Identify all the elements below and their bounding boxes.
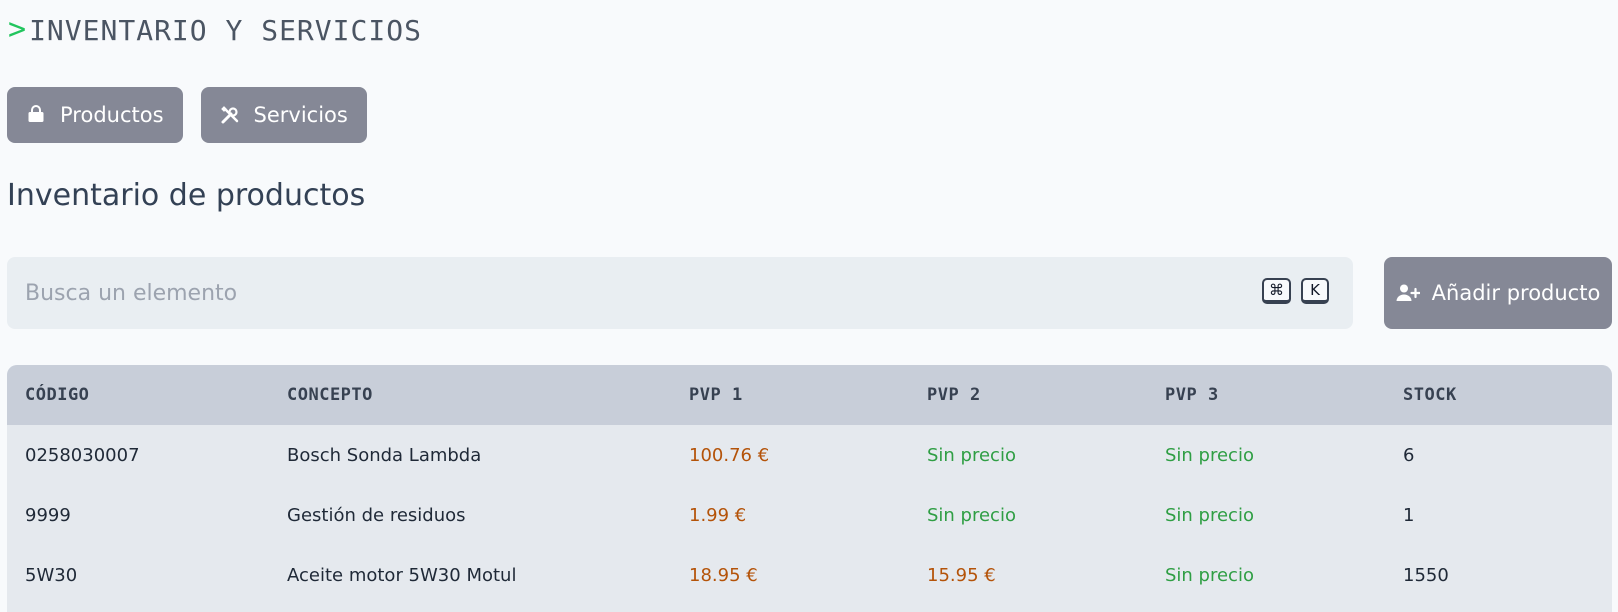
cell-stock: 1 xyxy=(1403,504,1415,526)
search-box: ⌘ K xyxy=(7,256,1353,330)
search-input[interactable] xyxy=(7,256,1207,330)
cell-pvp2: Sin precio xyxy=(927,444,1016,466)
table-header-row: CÓDIGO CONCEPTO PVP 1 PVP 2 PVP 3 STOCK xyxy=(7,365,1612,425)
tab-productos[interactable]: Productos xyxy=(7,87,183,143)
table-row[interactable]: 0258030007 Bosch Sonda Lambda 100.76 € S… xyxy=(7,425,1612,485)
user-plus-icon xyxy=(1396,283,1420,303)
table-row[interactable]: 9999 Gestión de residuos 1.99 € Sin prec… xyxy=(7,485,1612,545)
inventory-table: CÓDIGO CONCEPTO PVP 1 PVP 2 PVP 3 STOCK … xyxy=(7,365,1612,612)
cell-pvp2: Sin precio xyxy=(927,504,1016,526)
cell-codigo: 9999 xyxy=(25,504,71,526)
cell-concepto: Bosch Sonda Lambda xyxy=(287,444,482,466)
cell-codigo: 5W30 xyxy=(25,564,78,586)
column-header-pvp3[interactable]: PVP 3 xyxy=(1147,365,1385,425)
page-header: > INVENTARIO Y SERVICIOS xyxy=(8,10,422,50)
cell-concepto: Gestión de residuos xyxy=(287,504,466,526)
column-header-pvp2[interactable]: PVP 2 xyxy=(909,365,1147,425)
tools-icon xyxy=(220,105,240,125)
cell-pvp1: 18.95 € xyxy=(689,564,758,586)
add-product-label: Añadir producto xyxy=(1431,281,1601,305)
section-title: Inventario de productos xyxy=(7,178,366,213)
cell-pvp3: Sin precio xyxy=(1165,444,1254,466)
keyboard-shortcut-hint: ⌘ K xyxy=(1262,278,1329,304)
column-header-concepto[interactable]: CONCEPTO xyxy=(269,365,671,425)
tab-servicios[interactable]: Servicios xyxy=(200,87,367,143)
k-key: K xyxy=(1301,278,1329,304)
tab-bar: Productos Servicios xyxy=(7,87,367,143)
prompt-chevron-icon: > xyxy=(8,12,28,47)
tab-servicios-label: Servicios xyxy=(253,103,348,127)
shopping-bag-icon xyxy=(26,105,46,125)
column-header-stock[interactable]: STOCK xyxy=(1385,365,1612,425)
column-header-codigo[interactable]: CÓDIGO xyxy=(7,365,269,425)
cell-concepto: Aceite motor 5W30 Motul xyxy=(287,564,517,586)
table-row[interactable]: 5W30 Aceite motor 5W30 Motul 18.95 € 15.… xyxy=(7,545,1612,605)
cell-pvp1: 100.76 € xyxy=(689,444,770,466)
cell-pvp3: Sin precio xyxy=(1165,564,1254,586)
cell-pvp2: 15.95 € xyxy=(927,564,996,586)
cell-pvp1: 1.99 € xyxy=(689,504,747,526)
cell-stock: 1550 xyxy=(1403,564,1449,586)
column-header-pvp1[interactable]: PVP 1 xyxy=(671,365,909,425)
tab-productos-label: Productos xyxy=(60,103,164,127)
page-title: INVENTARIO Y SERVICIOS xyxy=(29,13,422,47)
add-product-button[interactable]: Añadir producto xyxy=(1384,257,1612,329)
cell-stock: 6 xyxy=(1403,444,1415,466)
command-key-icon: ⌘ xyxy=(1262,278,1291,304)
cell-codigo: 0258030007 xyxy=(25,444,140,466)
cell-pvp3: Sin precio xyxy=(1165,504,1254,526)
